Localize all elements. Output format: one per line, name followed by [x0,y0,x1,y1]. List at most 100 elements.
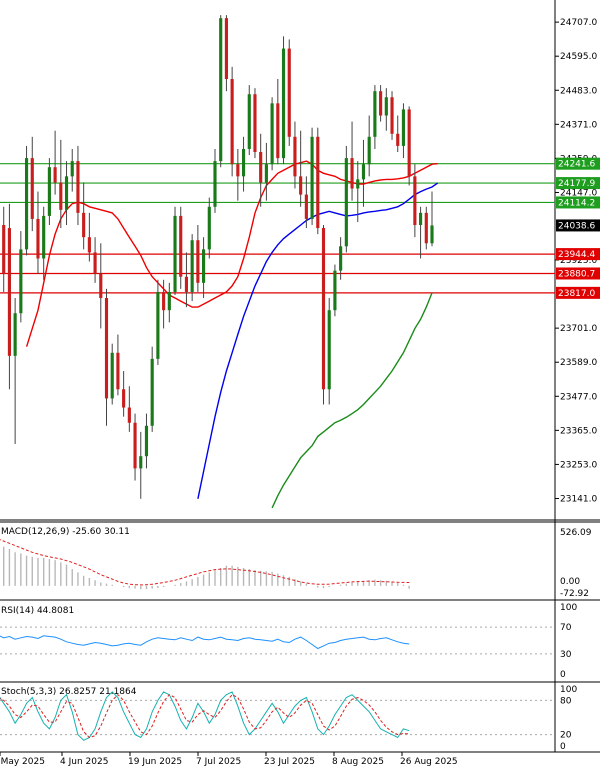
ma-green-line [271,292,433,509]
candle-body [133,422,137,469]
x-axis: 9 May 2025 4 Jun 2025 19 Jun 2025 7 Jul 202… [0,752,458,766]
candle-body [236,164,240,177]
level-label: 24177.9 [558,179,595,189]
candle-body [276,103,280,159]
stoch-tick-label: 100 [560,685,577,695]
candle-body [127,407,131,423]
x-tick-label: 23 Jul 2025 [264,757,315,766]
price-tick-label: 24371.0 [560,120,597,130]
last-price-label: 24038.6 [558,221,595,231]
candle-body [247,94,251,149]
candle-body [401,109,406,146]
candle-body [293,136,297,177]
candle-body [253,94,257,153]
candle-body [87,237,91,253]
candle-body [179,215,183,277]
candle-body [93,252,97,274]
price-tick-label: 24595.0 [560,52,597,62]
candle-body [419,212,423,226]
candle-body [373,91,377,137]
candle-body [390,97,394,134]
candle-body [70,161,74,177]
price-tick-label: 24707.0 [560,18,597,28]
candle-body [144,425,149,457]
candle-body [13,313,17,356]
candle-body [139,456,143,469]
rsi-label: RSI(14) 44.8081 [1,606,74,616]
candle-body [361,164,366,180]
stoch-tick-label: 20 [560,731,572,741]
candle-body [219,18,223,162]
stoch-tick-label: 0 [560,742,566,752]
rsi-panel: 100 70 30 0 RSI(14) 44.8081 [0,603,600,683]
candle-body [196,240,200,283]
x-tick-label: 9 May 2025 [0,757,45,766]
candle-body [64,176,69,210]
rsi-line [0,635,410,650]
candle-body [379,91,383,116]
price-tick-label: 24483.0 [560,86,597,96]
candle-body [42,215,46,259]
candle-body [156,291,160,359]
candle-body [333,270,337,311]
level-label: 24114.2 [558,198,595,208]
x-tick-label: 19 Jun 2025 [128,757,182,766]
candle-body [241,148,246,177]
candle-body [259,152,263,183]
candle-body [104,298,109,399]
candle-body [53,167,57,183]
candle-body [184,276,189,292]
rsi-tick-label: 30 [560,650,572,660]
candle-body [367,136,371,165]
candle-body [270,103,274,165]
candle-body [76,161,80,213]
stoch-panel: 10080 200 Stoch(5,3,3) 26.8257 21.1864 [0,685,600,753]
candle-body [350,158,354,189]
stoch-d-line [0,693,410,739]
candle-body [122,389,126,408]
x-tick-label: 7 Jul 2025 [196,757,241,766]
candle-body [407,109,411,177]
candle-body [99,273,103,299]
x-tick-label: 4 Jun 2025 [60,757,108,766]
macd-panel: 526.09 0.00 -72.92 MACD(12,26,9) -25.60 30.… [0,527,600,601]
x-tick-label: 26 Aug 2025 [400,757,458,766]
x-tick-label: 8 Aug 2025 [332,757,384,766]
candle-body [224,18,228,80]
trading-chart: 24707.024595.024483.024371.024259.024147… [0,0,600,766]
candle-body [167,291,171,311]
candle-body [321,228,326,390]
candle-body [150,358,154,426]
price-tick-label: 23701.0 [560,324,597,334]
candle-body [304,194,308,219]
candle-body [384,97,388,116]
candle-body [430,225,434,244]
macd-tick-label: 526.09 [560,528,592,538]
candle-body [396,133,400,146]
candle-body [82,212,86,238]
candle-body [36,218,40,259]
stoch-k-line [0,691,410,741]
candle-body [264,164,268,183]
candle-body [190,240,194,292]
candle-body [173,215,177,292]
candle-body [310,136,314,219]
candle-body [110,352,114,399]
price-tick-label: 23253.0 [560,460,597,470]
candle-body [207,206,211,250]
candle-body [356,179,360,189]
price-tick-label: 23589.0 [560,358,597,368]
candle-body [59,182,63,210]
stoch-label: Stoch(5,3,3) 26.8257 21.1864 [1,687,137,697]
candle-body [287,48,291,137]
macd-tick-label: 0.00 [560,577,580,587]
candle-body [47,167,51,216]
candle-body [339,246,343,271]
price-tick-label: 23141.0 [560,494,597,504]
candle-body [327,310,331,390]
candle-body [316,136,320,229]
price-tick-label: 23365.0 [560,426,597,436]
candle-body [2,225,6,274]
candle-body [24,158,29,250]
stoch-tick-label: 80 [560,696,572,706]
